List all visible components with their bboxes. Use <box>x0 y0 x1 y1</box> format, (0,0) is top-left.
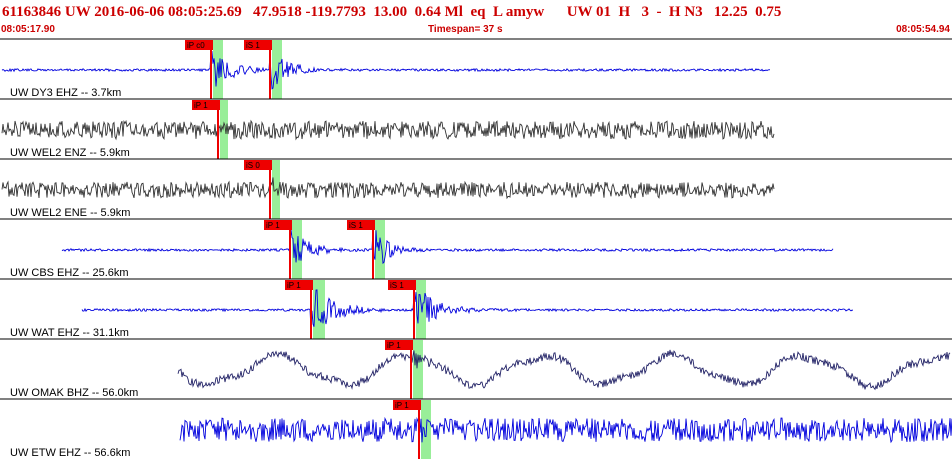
pick-window <box>375 220 385 279</box>
station-label: UW OMAK BHZ -- 56.0km <box>10 387 138 399</box>
station-label: UW ETW EHZ -- 56.6km <box>10 447 130 459</box>
pick-label: iP 1 <box>287 281 301 290</box>
waveform-trace <box>1 119 775 148</box>
pick-label: iS 0 <box>246 161 260 170</box>
trace-panel[interactable]: iS 0 UW WEL2 ENE -- 5.9km <box>0 158 952 219</box>
pick-window <box>272 40 282 99</box>
trace-panel[interactable]: iP 1 UW ETW EHZ -- 56.6km <box>0 398 952 459</box>
trace-panel[interactable]: iP 1 UW OMAK BHZ -- 56.0km <box>0 338 952 399</box>
trace-panel[interactable]: iP 1 iS 1 UW CBS EHZ -- 25.6km <box>0 218 952 279</box>
waveform-trace <box>61 229 834 265</box>
pick-window <box>416 280 426 339</box>
station-label: UW WEL2 ENZ -- 5.9km <box>10 147 130 159</box>
pick-label: iP 1 <box>266 221 280 230</box>
station-label: UW WAT EHZ -- 31.1km <box>10 327 129 339</box>
pick-label: iP 1 <box>387 341 401 350</box>
trace-panel[interactable]: iP c0 iS 1 UW DY3 EHZ -- 3.7km <box>0 38 952 99</box>
trace-panel[interactable]: iP 1 iS 1 UW WAT EHZ -- 31.1km <box>0 278 952 339</box>
waveform-viewer: 61163846 UW 2016-06-06 08:05:25.69 47.95… <box>0 0 952 460</box>
waveform-trace <box>177 349 951 391</box>
station-label: UW DY3 EHZ -- 3.7km <box>10 87 121 99</box>
pick-label: iP 1 <box>395 401 409 410</box>
waveform-trace <box>1 177 775 200</box>
station-label: UW CBS EHZ -- 25.6km <box>10 267 129 279</box>
pick-label: iS 1 <box>349 221 363 230</box>
pick-label: iS 1 <box>390 281 404 290</box>
waveform-trace <box>179 416 952 444</box>
pick-label: iS 1 <box>246 41 260 50</box>
waveform-trace <box>1 50 771 90</box>
waveform-trace <box>81 289 854 331</box>
seismogram-panels[interactable]: iP c0 iS 1 UW DY3 EHZ -- 3.7km iP 1 UW WEL2 … <box>0 0 952 460</box>
station-label: UW WEL2 ENE -- 5.9km <box>10 207 130 219</box>
pick-window <box>413 340 423 399</box>
pick-label: iP 1 <box>194 101 208 110</box>
pick-label: iP c0 <box>187 41 205 50</box>
trace-panel[interactable]: iP 1 UW WEL2 ENZ -- 5.9km <box>0 98 952 159</box>
